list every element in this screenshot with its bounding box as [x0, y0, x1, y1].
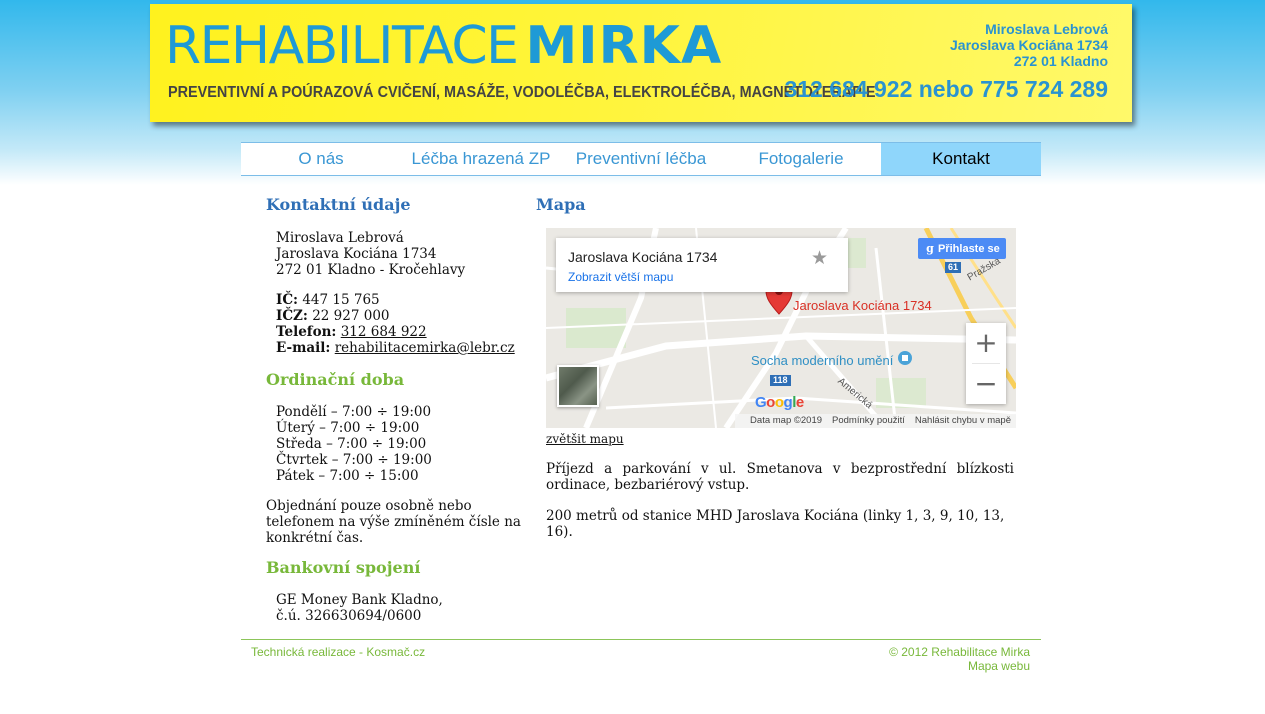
header-address: Miroslava Lebrová Jaroslava Kociána 1734…: [950, 21, 1108, 69]
booking-note: Objednání pouze osobně nebo telefonem na…: [266, 498, 521, 546]
contact-email-row: E-mail: rehabilitacemirka@lebr.cz: [276, 340, 531, 356]
map-zoom-controls: + −: [966, 323, 1006, 404]
contact-details: IČ: 447 15 765 IČZ: 22 927 000 Telefon: …: [266, 292, 531, 356]
nav-item-o-nas[interactable]: O nás: [241, 143, 401, 175]
logo-text-thin: REHABILITACE: [165, 16, 519, 76]
nav-item-preventivni-lecba[interactable]: Preventivní léčba: [561, 143, 721, 175]
attribution-report-link[interactable]: Nahlásit chybu v mapě: [915, 415, 1011, 426]
site-tagline: PREVENTIVNÍ A POÚRAZOVÁ CVIČENÍ, MASÁŽE,…: [168, 84, 876, 101]
ic-value: 447 15 765: [302, 292, 380, 308]
attribution-data: Data map ©2019: [750, 415, 823, 426]
road-shield-61: 61: [945, 262, 962, 273]
sign-in-label: Přihlaste se: [938, 243, 1000, 255]
icz-value: 22 927 000: [312, 308, 390, 324]
google-logo: Google: [755, 394, 804, 411]
contact-name: Miroslava Lebrová: [276, 230, 404, 246]
hours-day: Pátek – 7:00 ÷ 15:00: [276, 468, 419, 484]
hours-day: Čtvrtek – 7:00 ÷ 19:00: [276, 452, 432, 468]
hours-heading: Ordinační doba: [266, 370, 405, 389]
contact-address: Miroslava Lebrová Jaroslava Kociána 1734…: [266, 230, 531, 278]
email-link[interactable]: rehabilitacemirka@lebr.cz: [335, 340, 515, 356]
transit-info: 200 metrů od stanice MHD Jaroslava Kociá…: [546, 508, 1005, 540]
ic-label: IČ:: [276, 292, 299, 308]
footer-right: © 2012 Rehabilitace Mirka Mapa webu: [889, 645, 1030, 673]
phone-link[interactable]: 312 684 922: [341, 324, 427, 340]
embedded-map[interactable]: Jaroslava Kociána 1734 Socha moderního u…: [546, 228, 1016, 428]
icz-label: IČZ:: [276, 308, 308, 324]
google-sign-in-button[interactable]: g Přihlaste se: [918, 238, 1006, 259]
contact-phone-row: Telefon: 312 684 922: [276, 324, 531, 340]
satellite-toggle[interactable]: [557, 365, 599, 407]
star-icon[interactable]: ★: [811, 247, 828, 270]
contact-city: 272 01 Kladno - Kročehlavy: [276, 262, 466, 278]
nav-item-kontakt[interactable]: Kontakt: [881, 143, 1041, 175]
hours-list: Pondělí – 7:00 ÷ 19:00 Úterý – 7:00 ÷ 19…: [266, 404, 531, 484]
bank-name: GE Money Bank Kladno,: [276, 592, 443, 608]
header-phones: 312 684 922 nebo 775 724 289: [784, 76, 1108, 102]
enlarge-map-link[interactable]: zvětšit mapu: [546, 432, 624, 446]
map-marker-label: Jaroslava Kociána 1734: [793, 298, 932, 313]
footer-copyright: © 2012 Rehabilitace Mirka: [889, 645, 1030, 659]
header-banner: REHABILITACE MIRKA PREVENTIVNÍ A POÚRAZOV…: [150, 4, 1132, 122]
map-heading: Mapa: [536, 195, 586, 214]
hours-day: Pondělí – 7:00 ÷ 19:00: [276, 404, 432, 420]
bank-heading: Bankovní spojení: [266, 558, 421, 577]
poi-museum-icon[interactable]: [898, 351, 912, 365]
zoom-out-icon[interactable]: −: [966, 364, 1006, 404]
footer-sitemap-link[interactable]: Mapa webu: [889, 659, 1030, 673]
main-navigation: O nás Léčba hrazená ZP Preventivní léčba…: [241, 142, 1041, 176]
nav-item-fotogalerie[interactable]: Fotogalerie: [721, 143, 881, 175]
hours-day: Středa – 7:00 ÷ 19:00: [276, 436, 427, 452]
parking-info: Příjezd a parkování v ul. Smetanova v be…: [546, 461, 1014, 493]
view-larger-map-link[interactable]: Zobrazit větší mapu: [568, 270, 673, 284]
attribution-terms-link[interactable]: Podmínky použití: [832, 415, 905, 426]
email-label: E-mail:: [276, 340, 331, 356]
site-logo[interactable]: REHABILITACE MIRKA: [165, 14, 722, 78]
contact-column: Kontaktní údaje Miroslava Lebrová Jarosl…: [266, 195, 531, 624]
bank-account: č.ú. 326630694/0600: [276, 608, 422, 624]
map-column: Mapa Jaroslava Kociána 1734 Socha modern…: [536, 195, 1016, 540]
contact-ic-row: IČ: 447 15 765: [276, 292, 531, 308]
header-address-name: Miroslava Lebrová: [985, 21, 1108, 37]
map-poi-label[interactable]: Socha moderního umění: [751, 353, 893, 368]
bank-details: GE Money Bank Kladno, č.ú. 326630694/060…: [266, 592, 531, 624]
nav-item-lecba-hrazena-zp[interactable]: Léčba hrazená ZP: [401, 143, 561, 175]
hours-day: Úterý – 7:00 ÷ 19:00: [276, 420, 420, 436]
map-info-card: Jaroslava Kociána 1734 Zobrazit větší ma…: [556, 238, 848, 292]
contact-icz-row: IČZ: 22 927 000: [276, 308, 531, 324]
road-shield-118: 118: [770, 375, 791, 386]
footer-credit-link[interactable]: Technická realizace - Kosmač.cz: [251, 645, 425, 659]
logo-text-bold: MIRKA: [525, 16, 723, 76]
phone-label: Telefon:: [276, 324, 337, 340]
google-g-icon: g: [926, 242, 934, 255]
map-attribution: Data map ©2019 Podmínky použití Nahlásit c…: [735, 414, 1016, 428]
header-address-city: 272 01 Kladno: [1013, 53, 1108, 69]
zoom-in-icon[interactable]: +: [966, 323, 1006, 363]
footer-divider: [241, 639, 1041, 640]
contact-street: Jaroslava Kociána 1734: [276, 246, 437, 262]
map-card-title: Jaroslava Kociána 1734: [568, 249, 718, 265]
header-address-street: Jaroslava Kociána 1734: [950, 37, 1108, 53]
contact-heading: Kontaktní údaje: [266, 195, 411, 214]
